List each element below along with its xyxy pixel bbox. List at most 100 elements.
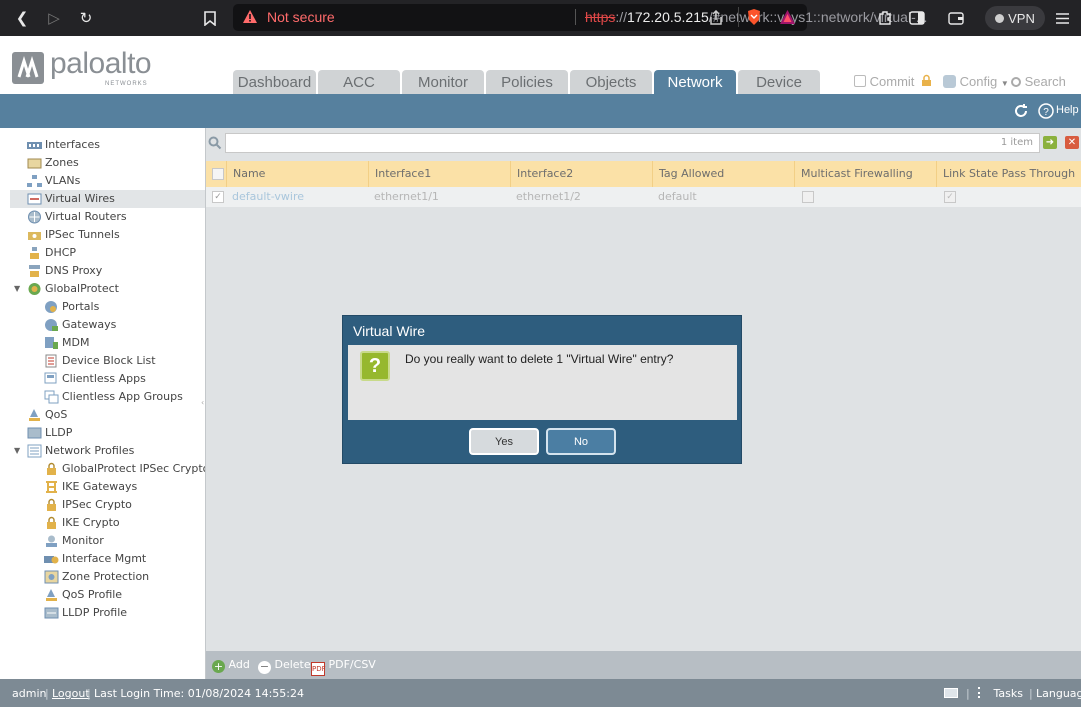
sidebar-item-ike-gateways[interactable]: IKE Gateways: [44, 478, 205, 496]
filter-row: 1 item ➜ ✕: [206, 133, 1081, 153]
sidebar-item-monitor[interactable]: Monitor: [44, 532, 205, 550]
lock-icon: [44, 516, 59, 530]
apply-filter-icon[interactable]: ➜: [1043, 136, 1057, 149]
no-button[interactable]: No: [546, 428, 616, 455]
column-header-interface2[interactable]: Interface2: [510, 161, 652, 187]
config-menu[interactable]: Config ▼: [943, 74, 1009, 89]
sidebar-item-vlans[interactable]: VLANs: [27, 172, 205, 190]
tab-network[interactable]: Network: [654, 70, 736, 94]
sidebar-item-interface-mgmt[interactable]: Interface Mgmt: [44, 550, 205, 568]
filter-input[interactable]: 1 item: [225, 133, 1040, 153]
sidebar-item-label: Portals: [62, 300, 100, 313]
sidebar-item-mdm[interactable]: MDM: [44, 334, 205, 352]
tab-monitor[interactable]: Monitor: [402, 70, 484, 94]
search-icon: [1011, 77, 1021, 87]
select-all-checkbox[interactable]: [212, 168, 224, 180]
sidebar-item-globalprotect[interactable]: ▼ GlobalProtect: [14, 280, 205, 298]
column-header-link-state-pass-through[interactable]: Link State Pass Through: [936, 161, 1081, 187]
sidebar-item-gateways[interactable]: Gateways: [44, 316, 205, 334]
address-bar[interactable]: Not secure https://172.20.5.215/#network…: [233, 4, 927, 31]
ike-gateways-icon: [44, 480, 59, 494]
tab-dashboard[interactable]: Dashboard: [233, 70, 316, 94]
tab-device[interactable]: Device: [738, 70, 820, 94]
column-header-tag-allowed[interactable]: Tag Allowed: [652, 161, 794, 187]
share-icon[interactable]: [708, 10, 724, 26]
language-button[interactable]: Language: [1036, 687, 1081, 700]
table-header: Name Interface1 Interface2 Tag Allowed M…: [206, 161, 1081, 187]
commit-button[interactable]: Commit: [854, 74, 914, 89]
clientless-apps-icon: [44, 372, 59, 386]
sidebar-toggle-icon[interactable]: [905, 6, 929, 30]
sidebar-item-device-block-list[interactable]: Device Block List: [44, 352, 205, 370]
sidebar-item-network-profiles[interactable]: ▼ Network Profiles: [14, 442, 205, 460]
tab-acc[interactable]: ACC: [318, 70, 400, 94]
sidebar-item-interfaces[interactable]: Interfaces: [27, 136, 205, 154]
delete-button[interactable]: − Delete: [258, 657, 311, 674]
brave-shield-icon[interactable]: [746, 8, 762, 26]
sidebar-item-virtual-routers[interactable]: Virtual Routers: [27, 208, 205, 226]
column-header-multicast-firewalling[interactable]: Multicast Firewalling: [794, 161, 936, 187]
sidebar-item-lldp-profile[interactable]: LLDP Profile: [44, 604, 205, 622]
sidebar-item-dhcp[interactable]: DHCP: [27, 244, 205, 262]
cell-multicast-checkbox: [802, 191, 814, 203]
collapse-arrow-icon[interactable]: ▼: [14, 446, 23, 455]
sidebar-item-globalprotect-ipsec-crypto[interactable]: GlobalProtect IPSec Crypto: [44, 460, 205, 478]
sidebar-item-lldp[interactable]: LLDP: [27, 424, 205, 442]
clear-filter-icon[interactable]: ✕: [1065, 136, 1079, 149]
column-header-name[interactable]: Name: [226, 161, 368, 187]
logout-link[interactable]: Logout: [52, 687, 90, 700]
sidebar-item-qos[interactable]: QoS: [27, 406, 205, 424]
lock-action-icon[interactable]: [920, 74, 933, 90]
back-icon[interactable]: ❮: [10, 6, 34, 30]
yes-button[interactable]: Yes: [469, 428, 539, 455]
gateways-icon: [44, 318, 59, 332]
url-scheme: https: [585, 9, 616, 25]
cell-tag-allowed: default: [658, 190, 697, 203]
reload-icon[interactable]: ↻: [74, 6, 98, 30]
sidebar-item-label: Device Block List: [62, 354, 156, 367]
sidebar-item-label: LLDP: [45, 426, 73, 439]
interface-mgmt-icon: [44, 552, 59, 566]
wallet-icon[interactable]: [944, 6, 968, 30]
table-row[interactable]: ✓ default-vwire ethernet1/1 ethernet1/2 …: [206, 187, 1081, 207]
help-link[interactable]: Help: [1056, 104, 1079, 116]
add-button[interactable]: + Add: [212, 657, 250, 673]
sidebar-item-ike-crypto[interactable]: IKE Crypto: [44, 514, 205, 532]
cell-name[interactable]: default-vwire: [226, 187, 368, 207]
menu-icon[interactable]: [1050, 6, 1074, 30]
sidebar-item-zones[interactable]: Zones: [27, 154, 205, 172]
sidebar-item-clientless-apps[interactable]: Clientless Apps: [44, 370, 205, 388]
tab-objects[interactable]: Objects: [570, 70, 652, 94]
url-host: 172.20.5.215: [627, 9, 709, 25]
sidebar-item-label: LLDP Profile: [62, 606, 128, 619]
extensions-icon[interactable]: [873, 6, 897, 30]
forward-icon[interactable]: ▷: [42, 6, 66, 30]
pdf-csv-button[interactable]: PDF PDF/CSV: [311, 657, 376, 676]
bookmark-icon[interactable]: [198, 6, 222, 30]
tasks-button[interactable]: Tasks: [978, 687, 1023, 700]
portals-icon: [44, 300, 59, 314]
mail-icon[interactable]: [944, 688, 958, 698]
help-icon[interactable]: ?: [1038, 103, 1054, 119]
refresh-icon[interactable]: [1013, 103, 1029, 119]
sidebar-item-qos-profile[interactable]: QoS Profile: [44, 586, 205, 604]
virtual-wires-icon: [27, 192, 42, 206]
not-secure-label: Not secure: [267, 9, 335, 25]
sidebar-item-clientless-app-groups[interactable]: Clientless App Groups: [44, 388, 205, 406]
column-header-interface1[interactable]: Interface1: [368, 161, 510, 187]
sidebar-resize-handle[interactable]: ‹: [201, 398, 205, 418]
collapse-arrow-icon[interactable]: ▼: [14, 284, 23, 293]
sidebar-item-ipsec-crypto[interactable]: IPSec Crypto: [44, 496, 205, 514]
search-label: Search: [1024, 74, 1066, 89]
sidebar-item-dns-proxy[interactable]: DNS Proxy: [27, 262, 205, 280]
tab-policies[interactable]: Policies: [486, 70, 568, 94]
sidebar-item-virtual-wires[interactable]: Virtual Wires: [10, 190, 205, 208]
row-checkbox[interactable]: ✓: [212, 191, 224, 203]
vpn-button[interactable]: VPN: [985, 6, 1045, 30]
search-button[interactable]: Search: [1011, 74, 1066, 89]
sidebar-item-zone-protection[interactable]: Zone Protection: [44, 568, 205, 586]
toolbar-band: ? Help: [0, 94, 1081, 128]
sidebar-item-portals[interactable]: Portals: [44, 298, 205, 316]
brave-rewards-icon[interactable]: [779, 9, 796, 25]
sidebar-item-ipsec-tunnels[interactable]: IPSec Tunnels: [27, 226, 205, 244]
